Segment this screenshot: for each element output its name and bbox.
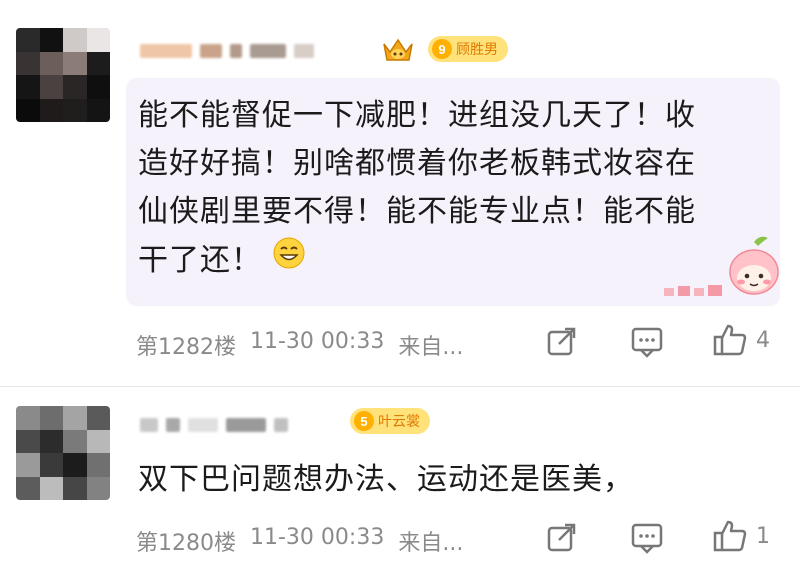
comment-text: 能不能督促一下减肥！进组没几天了！收 造好好搞！别啥都惯着你老板韩式妆容在 仙侠… — [138, 92, 696, 285]
floor-number: 第1282楼 — [136, 335, 236, 360]
share-button[interactable] — [545, 324, 579, 362]
avatar[interactable] — [16, 406, 110, 500]
badge-level: 5 — [354, 411, 374, 431]
like-count: 1 — [756, 523, 770, 549]
sticker-decoration — [662, 282, 732, 298]
timestamp: 11-30 00:33 — [250, 525, 385, 550]
badge-level: 9 — [432, 39, 452, 59]
thumbs-up-icon — [713, 520, 747, 552]
like-count: 4 — [756, 327, 770, 353]
comment-text: 双下巴问题想办法、运动还是医美， — [138, 456, 634, 504]
peach-sticker-icon — [726, 234, 782, 302]
username[interactable] — [140, 416, 288, 434]
comment-line: 双下巴问题想办法、运动还是医美， — [138, 462, 634, 497]
comment-line: 干了还！ — [138, 242, 262, 278]
crown-badge-icon — [380, 34, 416, 70]
comment-meta: 第1280楼 11-30 00:33 来自... — [136, 525, 463, 557]
comment-button[interactable] — [630, 326, 664, 362]
thumbs-up-icon — [713, 324, 747, 356]
comment-icon — [631, 523, 663, 554]
floor-number: 第1280楼 — [136, 531, 236, 556]
grinning-emoji-icon — [272, 236, 306, 285]
like-button[interactable]: 4 — [712, 322, 770, 358]
comment-bubble: 能不能督促一下减肥！进组没几天了！收 造好好搞！别啥都惯着你老板韩式妆容在 仙侠… — [126, 78, 780, 306]
badge-name: 顾胜男 — [456, 41, 498, 57]
comment-line: 仙侠剧里要不得！能不能专业点！能不能 — [138, 194, 696, 229]
comment-line: 能不能督促一下减肥！进组没几天了！收 — [138, 98, 696, 133]
comment-icon — [631, 327, 663, 358]
avatar[interactable] — [16, 28, 110, 122]
comment-line: 造好好搞！别啥都惯着你老板韩式妆容在 — [138, 146, 696, 181]
username[interactable] — [140, 42, 314, 60]
fan-level-badge[interactable]: 5 叶云裳 — [350, 408, 430, 434]
source[interactable]: 来自... — [398, 329, 463, 361]
comment-item: 9 顾胜男 能不能督促一下减肥！进组没几天了！收 造好好搞！别啥都惯着你老板韩式… — [0, 0, 800, 380]
like-button[interactable]: 1 — [712, 518, 770, 554]
source[interactable]: 来自... — [398, 525, 463, 557]
share-icon — [547, 523, 576, 552]
comment-item: 5 叶云裳 双下巴问题想办法、运动还是医美， 第1280楼 11-30 00:3… — [0, 386, 800, 566]
badge-name: 叶云裳 — [378, 413, 420, 429]
comment-button[interactable] — [630, 522, 664, 558]
share-button[interactable] — [545, 520, 579, 558]
comment-meta: 第1282楼 11-30 00:33 来自... — [136, 329, 463, 361]
timestamp: 11-30 00:33 — [250, 329, 385, 354]
fan-level-badge[interactable]: 9 顾胜男 — [428, 36, 508, 62]
share-icon — [547, 327, 576, 356]
